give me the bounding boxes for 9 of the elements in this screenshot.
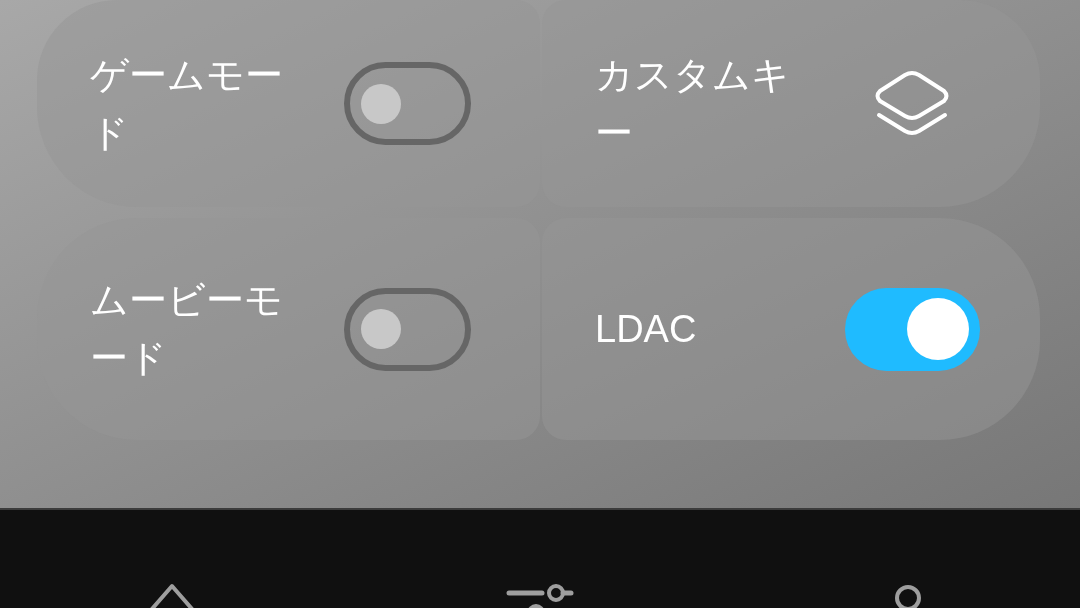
person-icon[interactable] [893,583,923,608]
layers-icon[interactable] [874,69,950,138]
setting-label: ムービーモード [90,278,284,381]
toggle-switch[interactable] [343,62,471,145]
setting-label: カスタムキー [595,52,791,156]
setting-label: LDAC [595,307,697,352]
toggle-switch[interactable] [343,287,471,371]
sliders-icon[interactable] [505,583,575,608]
setting-label: ゲームモード [90,52,284,156]
